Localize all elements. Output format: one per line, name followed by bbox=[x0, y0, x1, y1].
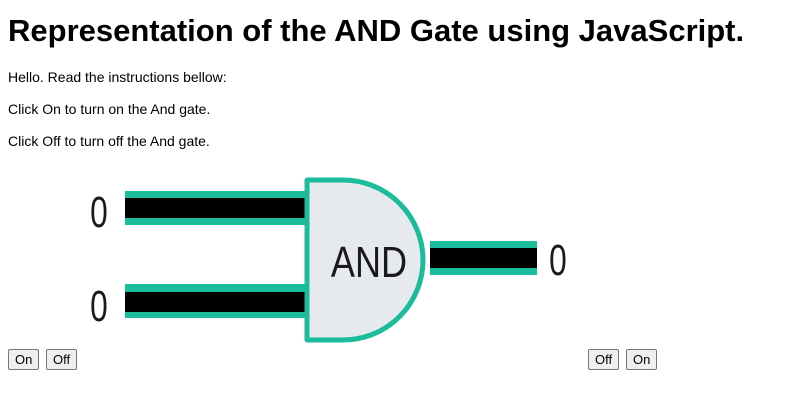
instruction-off-text: Click Off to turn off the And gate. bbox=[8, 133, 210, 149]
instruction-on-text: Click On to turn on the And gate. bbox=[8, 101, 211, 117]
input-a-value: 0 bbox=[90, 188, 108, 237]
greeting-text: Hello. Read the instructions bellow: bbox=[8, 69, 227, 85]
input-b-wire-core bbox=[125, 292, 307, 312]
page-title: Representation of the AND Gate using Jav… bbox=[8, 13, 745, 48]
output-wire-core bbox=[430, 248, 537, 268]
input-a-on-button[interactable]: On bbox=[8, 349, 40, 370]
input-a-wire-core bbox=[125, 198, 307, 218]
input-b-value: 0 bbox=[90, 282, 108, 331]
input-a-off-button[interactable]: Off bbox=[46, 349, 78, 370]
and-gate-diagram: AND 0 0 0 bbox=[85, 172, 580, 350]
gate-label: AND bbox=[331, 238, 407, 287]
output-value: 0 bbox=[549, 236, 567, 285]
input-b-on-button[interactable]: On bbox=[626, 349, 658, 370]
input-b-off-button[interactable]: Off bbox=[588, 349, 620, 370]
